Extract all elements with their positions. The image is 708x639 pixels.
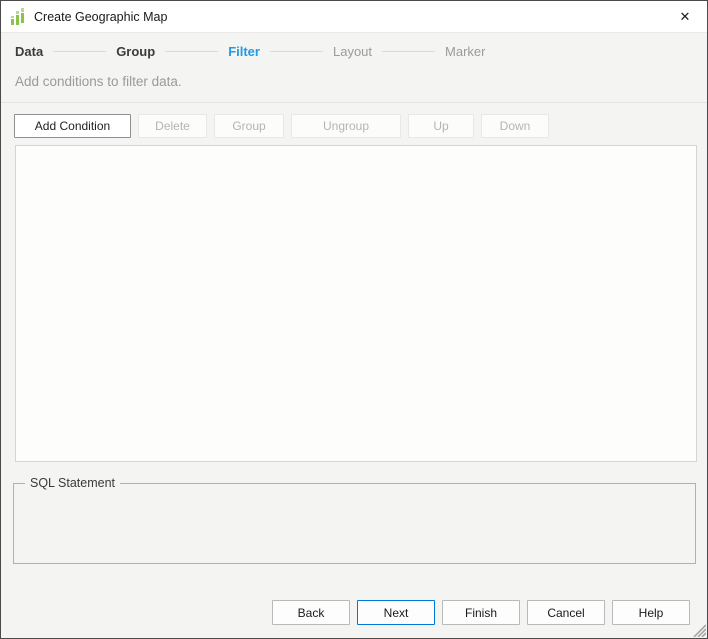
close-icon[interactable]: ✕ bbox=[663, 1, 707, 33]
sql-statement-legend: SQL Statement bbox=[30, 476, 115, 490]
step-connector bbox=[165, 50, 219, 52]
step-connector bbox=[382, 50, 436, 52]
step-layout[interactable]: Layout bbox=[333, 44, 372, 59]
dialog-footer: Back Next Finish Cancel Help bbox=[272, 600, 690, 625]
cancel-button[interactable]: Cancel bbox=[527, 600, 605, 625]
add-condition-button[interactable]: Add Condition bbox=[14, 114, 131, 138]
back-button[interactable]: Back bbox=[272, 600, 350, 625]
next-button[interactable]: Next bbox=[357, 600, 435, 625]
chart-bars-icon bbox=[10, 7, 27, 26]
step-connector bbox=[269, 50, 323, 52]
step-group[interactable]: Group bbox=[116, 44, 155, 59]
help-button[interactable]: Help bbox=[612, 600, 690, 625]
wizard-steps: Data Group Filter Layout Marker bbox=[1, 36, 707, 66]
filter-toolbar: Add Condition Delete Group Ungroup Up Do… bbox=[1, 103, 707, 144]
sql-statement-group: SQL Statement bbox=[13, 476, 696, 564]
create-geographic-map-dialog: Create Geographic Map ✕ Data Group Filte… bbox=[0, 0, 708, 639]
step-filter[interactable]: Filter bbox=[228, 44, 260, 59]
title-bar: Create Geographic Map ✕ bbox=[1, 1, 707, 33]
window-title: Create Geographic Map bbox=[34, 9, 168, 24]
finish-button[interactable]: Finish bbox=[442, 600, 520, 625]
delete-button[interactable]: Delete bbox=[138, 114, 207, 138]
group-button[interactable]: Group bbox=[214, 114, 284, 138]
step-marker[interactable]: Marker bbox=[445, 44, 485, 59]
step-data[interactable]: Data bbox=[15, 44, 43, 59]
up-button[interactable]: Up bbox=[408, 114, 474, 138]
step-connector bbox=[53, 50, 107, 52]
resize-grip-icon[interactable] bbox=[692, 623, 707, 638]
down-button[interactable]: Down bbox=[481, 114, 549, 138]
filter-conditions-list[interactable] bbox=[15, 145, 697, 462]
step-description: Add conditions to filter data. bbox=[15, 74, 182, 89]
ungroup-button[interactable]: Ungroup bbox=[291, 114, 401, 138]
